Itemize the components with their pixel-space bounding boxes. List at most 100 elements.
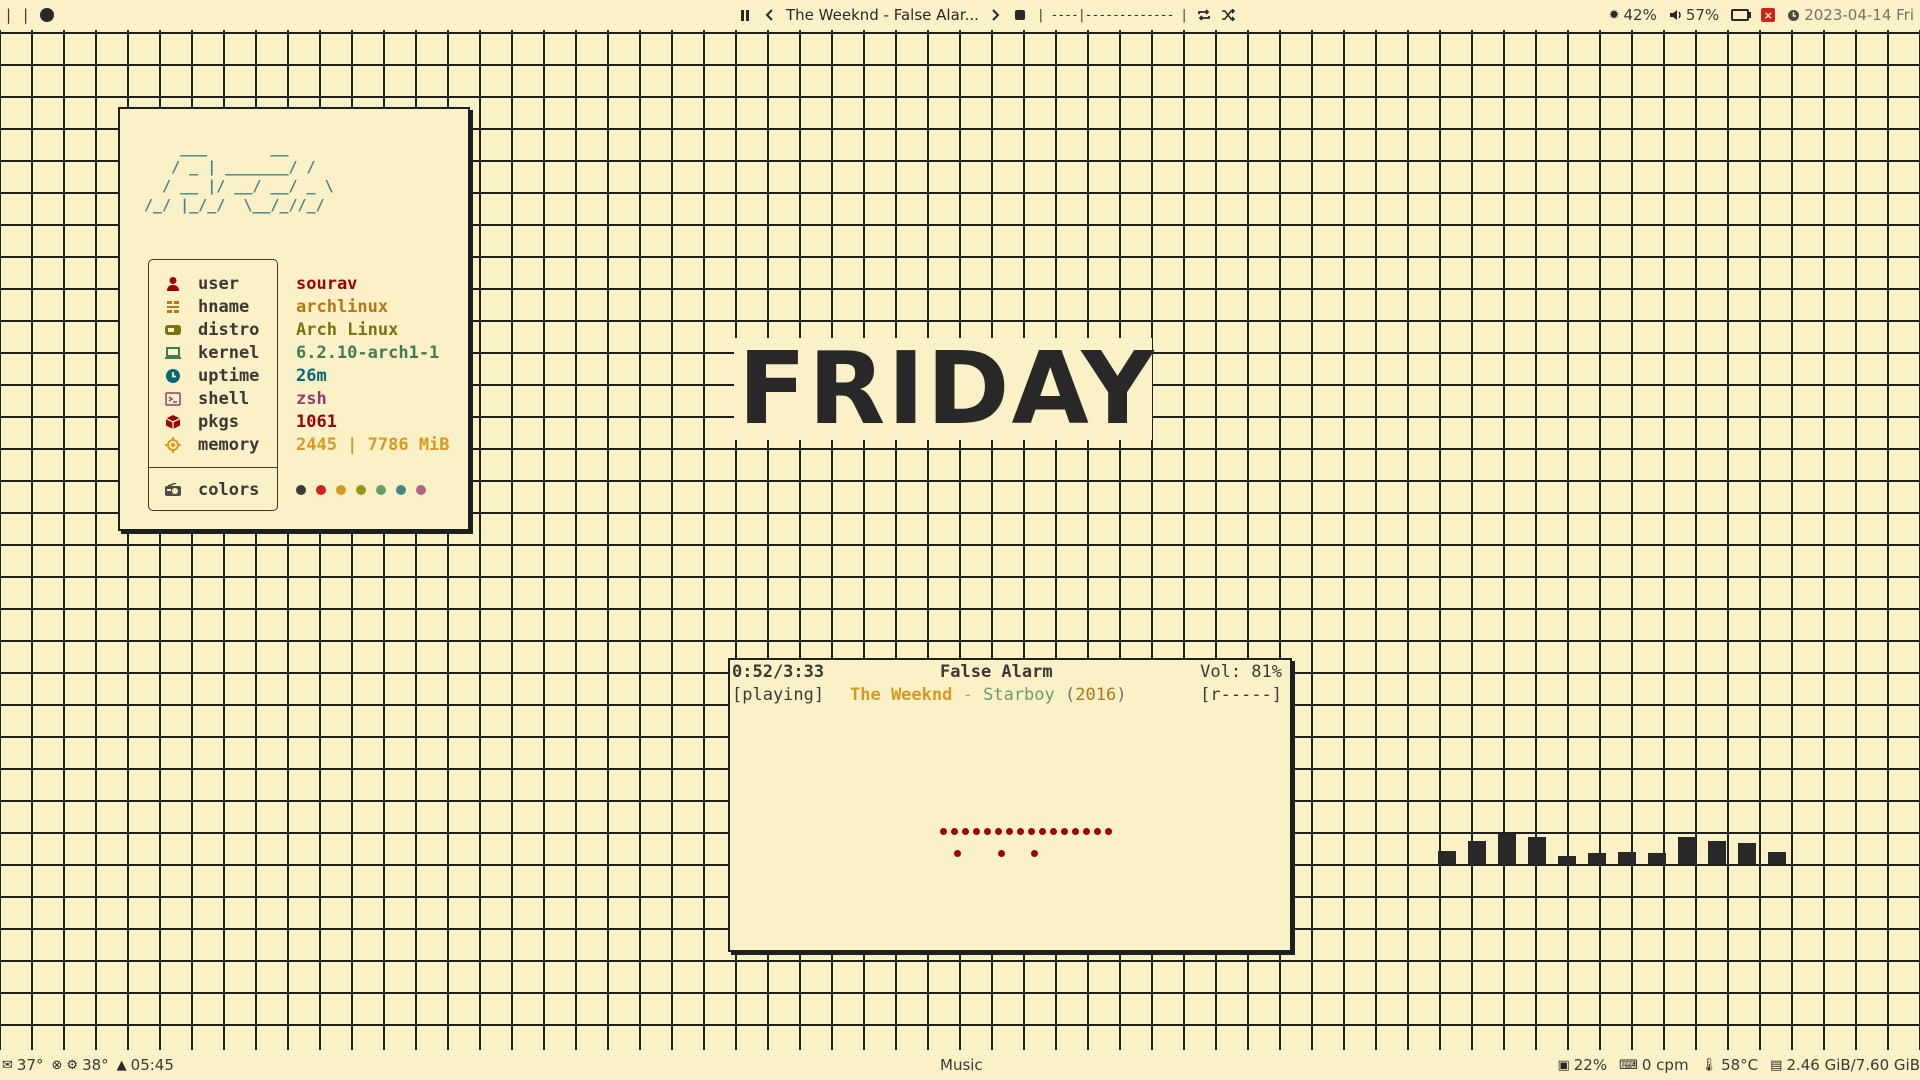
stop-icon [1014, 10, 1025, 20]
visualizer-dot [973, 828, 980, 835]
song-meta: The Weeknd - Starboy (2016) [850, 685, 1126, 705]
bottom-bar: ✉ 37° ⊗ ⚙ 38° ▲ 05:45 Music ▣ 22% ⌨ 0 cp… [0, 1050, 1920, 1080]
envelope-icon: ✉ [2, 1057, 13, 1073]
thermometer-icon: 🌡 [1700, 1057, 1718, 1073]
visualizer-bar [1498, 834, 1516, 864]
temperature-indicator[interactable]: 🌡 58°C [1701, 1056, 1759, 1074]
visualizer-dot [954, 850, 961, 857]
clock-icon [164, 367, 182, 385]
color-swatch-4 [376, 485, 386, 495]
visualizer-bar [1708, 841, 1726, 864]
visualizer-bar [1438, 851, 1456, 864]
terminal-icon [164, 390, 182, 408]
volume-indicator[interactable]: 57% [1669, 6, 1719, 24]
visualizer-dot [1105, 828, 1112, 835]
now-playing-title[interactable]: The Weeknd - False Alar... [786, 6, 979, 24]
visualizer-dot [1061, 828, 1068, 835]
cpu-value: 22% [1573, 1056, 1608, 1074]
info-row-user: user sourav [120, 273, 470, 296]
visualizer-dot [1031, 850, 1038, 857]
chevron-right-icon [992, 9, 1000, 21]
temp-indicator-2[interactable]: ⊗ ⚙ 38° [52, 1056, 109, 1074]
close-icon[interactable]: × [1761, 8, 1776, 22]
player-volume: Vol: 81% [1200, 662, 1282, 682]
temp-value-1: 37° [16, 1056, 44, 1074]
time-indicator[interactable]: ▲ 05:45 [117, 1056, 174, 1074]
info-key-memory: memory [198, 435, 260, 455]
clock[interactable]: 2023-04-14 Fri [1787, 6, 1914, 24]
info-key-kernel: kernel [198, 343, 260, 363]
battery-indicator[interactable] [1731, 9, 1752, 21]
info-row-uptime: uptime 26m [120, 365, 470, 388]
memory-indicator[interactable]: ▤ 2.46 GiB/7.60 GiB [1770, 1056, 1920, 1074]
info-key-pkgs: pkgs [198, 412, 239, 432]
keyboard-value: 0 cpm [1641, 1056, 1689, 1074]
memory-value: 2.46 GiB/7.60 GiB [1786, 1056, 1920, 1074]
info-key-user: user [198, 274, 239, 294]
visualizer-dot [995, 828, 1002, 835]
visualizer-dot [1072, 828, 1079, 835]
info-row-shell: shell zsh [120, 388, 470, 411]
keyboard-indicator[interactable]: ⌨ 0 cpm [1619, 1056, 1688, 1074]
active-window-title[interactable]: Music [940, 1050, 983, 1080]
info-row-kernel: kernel 6.2.10-arch1-1 [120, 342, 470, 365]
visualizer-bar [1678, 837, 1696, 864]
volume-value: 57% [1685, 6, 1720, 24]
bottom-right-status: ▣ 22% ⌨ 0 cpm 🌡 58°C ▤ 2.46 GiB/7.60 GiB [1557, 1050, 1920, 1080]
memory-icon [164, 436, 182, 454]
visualizer-dot [1006, 828, 1013, 835]
ram-icon: ▤ [1770, 1057, 1783, 1073]
workspace-separator-2: | [23, 6, 29, 24]
info-row-colors: colors [120, 479, 470, 502]
clock-icon [1788, 9, 1800, 21]
visualizer-dot [1050, 828, 1057, 835]
visualizer-dot [984, 828, 991, 835]
status-area: ✹ 42% 57% × 2023-04-14 Fri [1609, 0, 1914, 30]
laptop-icon [164, 344, 182, 362]
info-row-memory: memory 2445 | 7786 MiB [120, 434, 470, 457]
color-swatch-1 [316, 485, 326, 495]
color-swatch-5 [396, 485, 406, 495]
visualizer-dot [951, 828, 958, 835]
shuffle-button[interactable] [1221, 6, 1236, 24]
repeat-button[interactable] [1197, 6, 1211, 24]
song-year: 2016 [1075, 685, 1117, 705]
pause-icon [741, 9, 744, 21]
chevron-left-icon [765, 9, 773, 21]
cpu-icon: ▣ [1557, 1057, 1570, 1073]
bottom-left-status: ✉ 37° ⊗ ⚙ 38° ▲ 05:45 [2, 1050, 174, 1080]
visualizer-dot [962, 828, 969, 835]
visualizer-bar [1738, 843, 1756, 864]
visualizer-dot [1017, 828, 1024, 835]
media-controls: The Weeknd - False Alar... | ----|------… [738, 0, 1236, 30]
visualizer-dot [940, 828, 947, 835]
next-button[interactable] [989, 6, 1003, 24]
cpu-indicator[interactable]: ▣ 22% [1557, 1056, 1607, 1074]
info-value-memory: 2445 | 7786 MiB [296, 435, 450, 455]
workspace-dot-icon[interactable] [40, 8, 55, 22]
workspace-indicator: | | [6, 0, 55, 30]
brightness-indicator[interactable]: ✹ 42% [1609, 6, 1657, 24]
top-bar: | | The Weeknd - False Alar... | ----|--… [0, 0, 1920, 30]
temp-value-2: 38° [82, 1056, 109, 1074]
info-divider [148, 467, 278, 468]
stop-button[interactable] [1013, 6, 1027, 24]
visualizer-dot [1094, 828, 1101, 835]
playback-flags: [r-----] [1200, 685, 1282, 705]
info-row-pkgs: pkgs 1061 [120, 411, 470, 434]
temp-indicator-1[interactable]: ✉ 37° [2, 1056, 44, 1074]
brightness-value: 42% [1623, 6, 1657, 24]
visualizer-bar [1558, 856, 1576, 864]
gear-icon: ⚙ [66, 1057, 79, 1073]
clock-value: 2023-04-14 Fri [1804, 6, 1914, 24]
info-key-shell: shell [198, 389, 250, 409]
track-progress-bar[interactable]: | ----|------------- | [1037, 8, 1188, 23]
previous-button[interactable] [762, 6, 776, 24]
visualizer-bar [1648, 853, 1666, 864]
palette-icon [164, 481, 182, 499]
ascii-logo: ___ __ / _ | _______/ / / __ |/ __/ __/ … [144, 139, 334, 214]
color-swatch-2 [336, 485, 346, 495]
pause-button[interactable] [738, 6, 752, 24]
info-value-uptime: 26m [296, 366, 327, 386]
color-swatch-3 [356, 485, 366, 495]
